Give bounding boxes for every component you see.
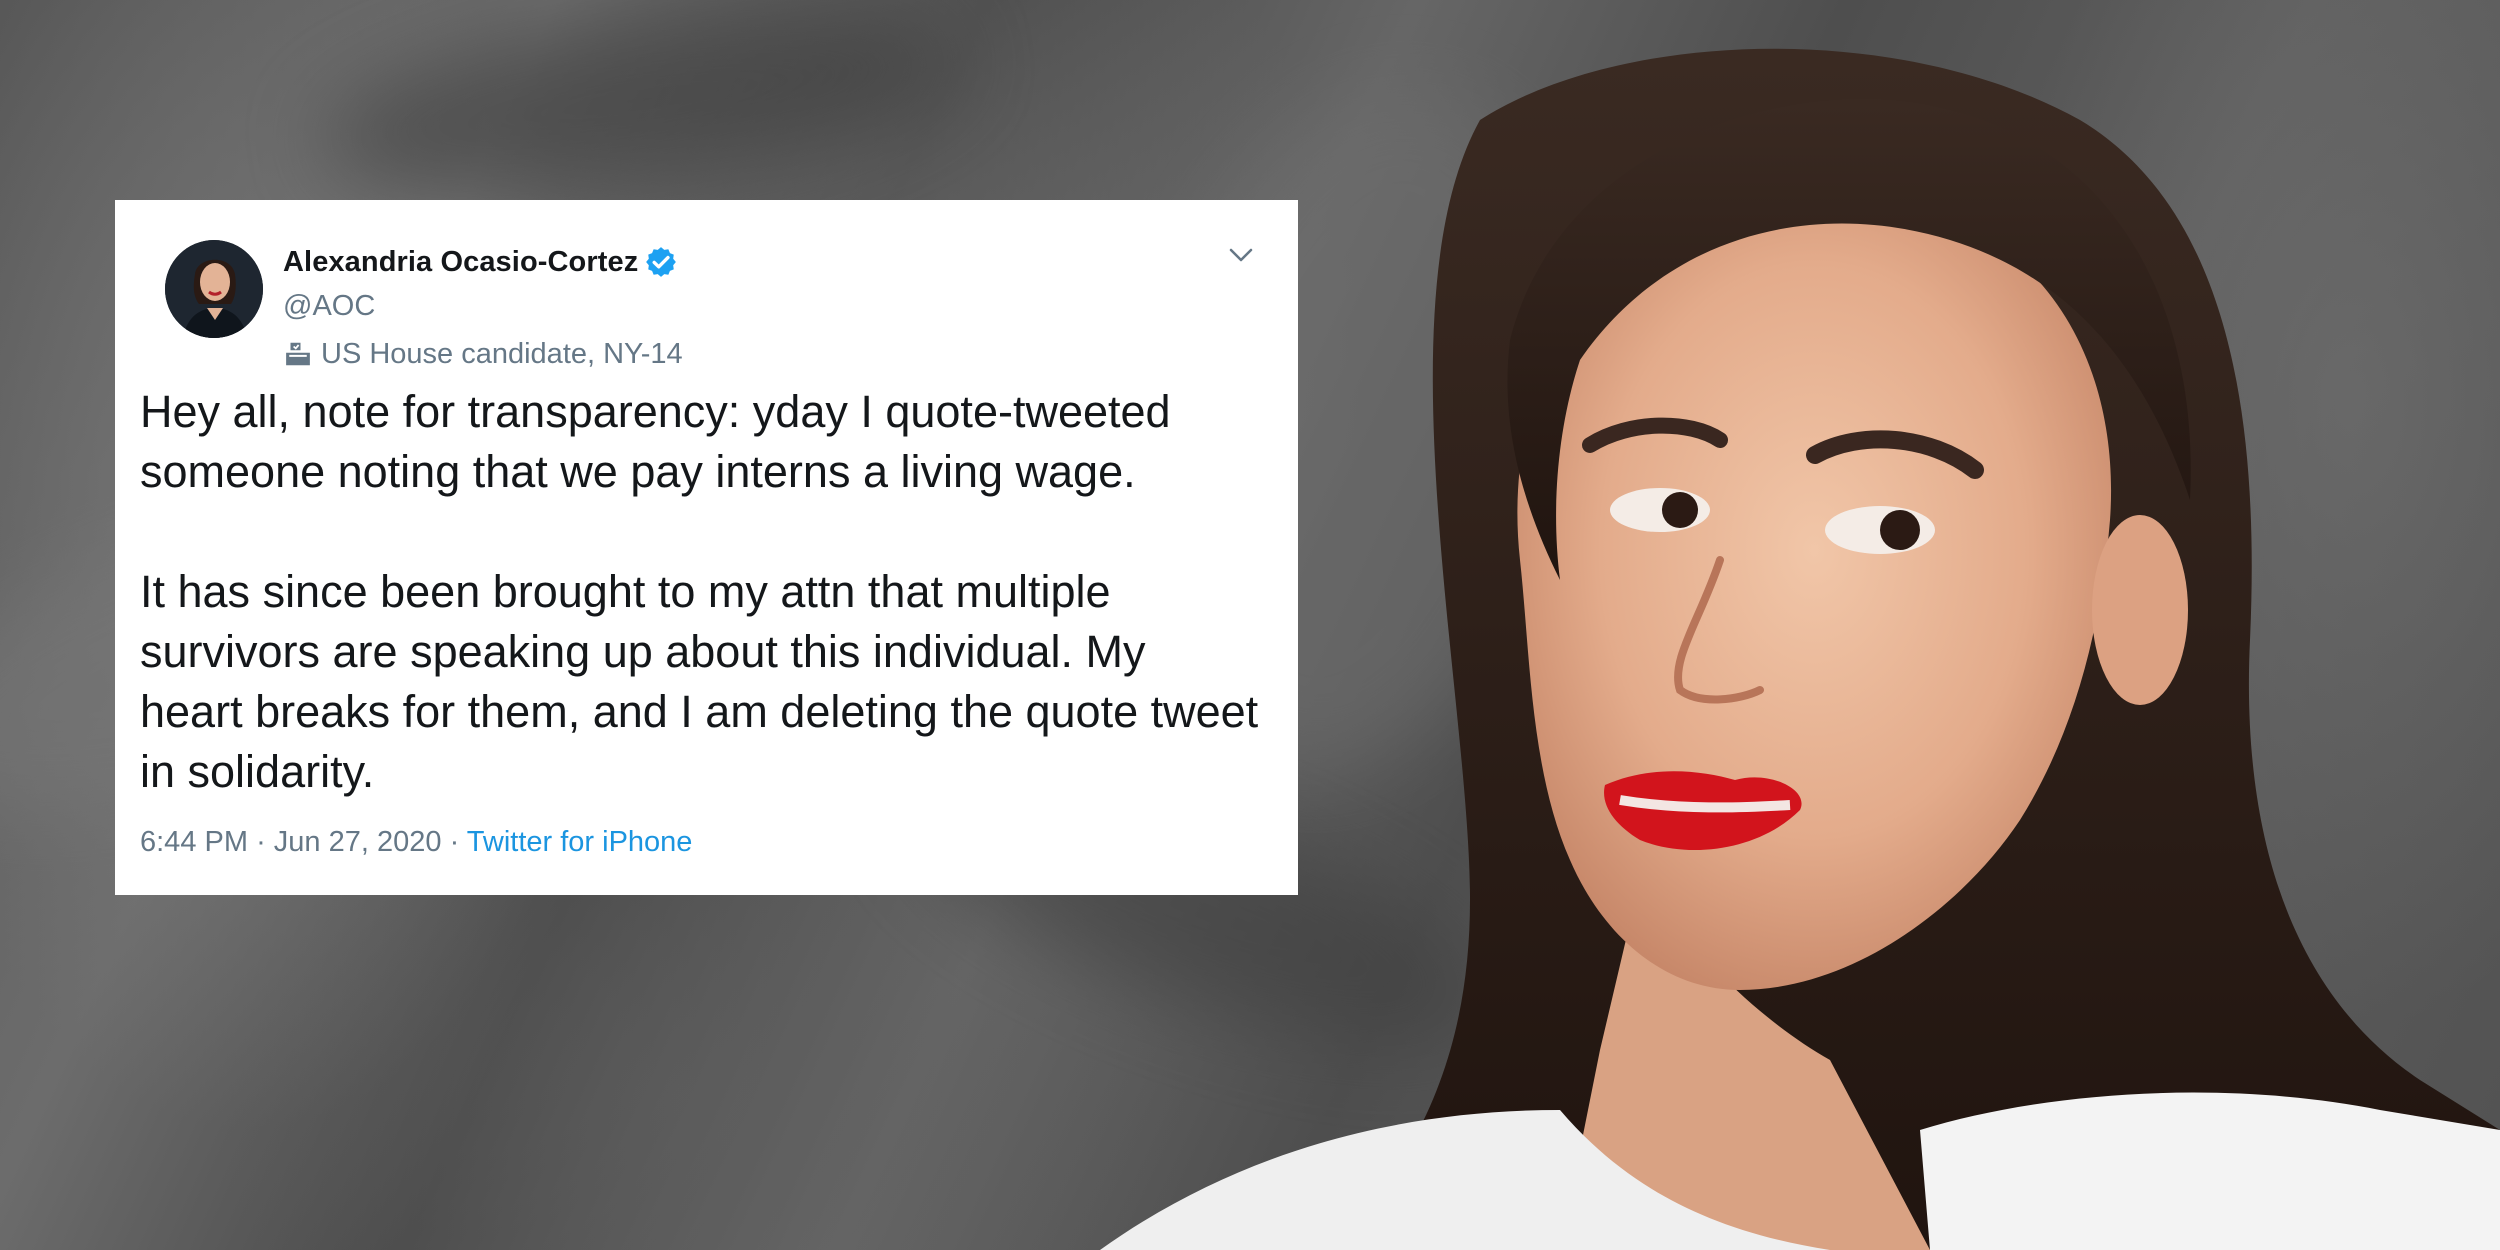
profile-label-text: US House candidate, NY-14 <box>321 337 683 370</box>
ballot-box-icon <box>286 342 310 366</box>
tweet-text: Hey all, note for transparency: yday I q… <box>140 382 1260 802</box>
author-block: Alexandria Ocasio-Cortez @AOC US House c… <box>283 240 683 374</box>
tweet-card[interactable]: Alexandria Ocasio-Cortez @AOC US House c… <box>115 200 1298 895</box>
tweet-paragraph: Hey all, note for transparency: yday I q… <box>140 386 1171 497</box>
tweet-source-link[interactable]: Twitter for iPhone <box>467 826 693 858</box>
avatar[interactable] <box>165 240 263 338</box>
avatar-image <box>165 240 263 338</box>
tweet-paragraph: It has since been brought to my attn tha… <box>140 566 1259 797</box>
background-photo: Alexandria Ocasio-Cortez @AOC US House c… <box>0 0 2500 1250</box>
tweet-time[interactable]: 6:44 PM <box>140 826 248 858</box>
author-handle[interactable]: @AOC <box>283 286 683 326</box>
meta-separator: · <box>256 826 266 858</box>
author-line: Alexandria Ocasio-Cortez <box>283 240 683 284</box>
verified-badge-icon <box>646 247 677 277</box>
tweet-metadata: 6:44 PM · Jun 27, 2020 · Twitter for iPh… <box>140 826 692 859</box>
meta-separator: · <box>449 826 460 858</box>
chevron-down-icon[interactable] <box>1226 240 1256 270</box>
tweet-header: Alexandria Ocasio-Cortez @AOC US House c… <box>140 222 1272 372</box>
author-name[interactable]: Alexandria Ocasio-Cortez <box>283 246 638 279</box>
tweet-date[interactable]: Jun 27, 2020 <box>274 826 442 858</box>
profile-label: US House candidate, NY-14 <box>283 334 683 374</box>
